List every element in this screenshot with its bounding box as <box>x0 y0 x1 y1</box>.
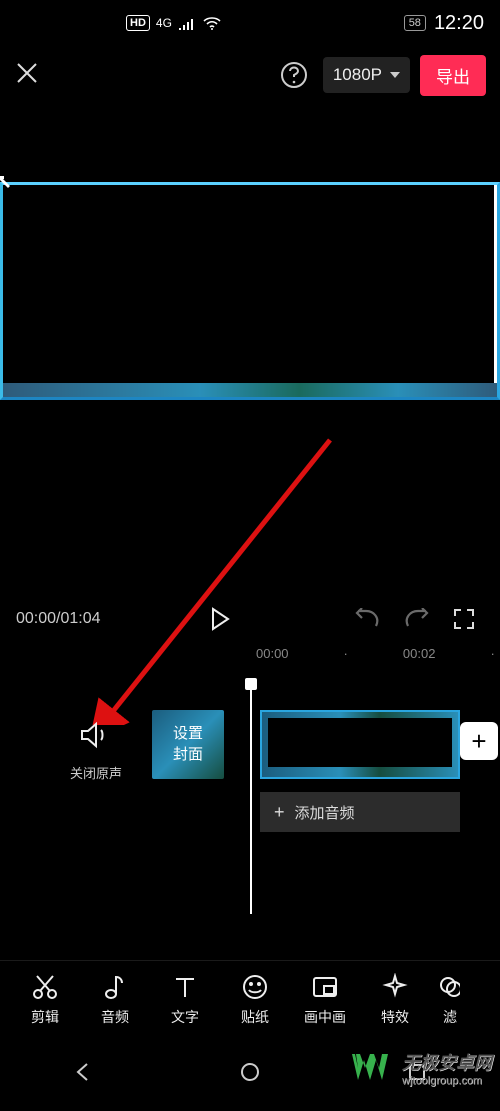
watermark: 无极安卓网 wjtoolgroup.com <box>342 1042 500 1094</box>
watermark-title: 无极安卓网 <box>402 1049 492 1075</box>
pip-icon <box>311 973 339 1001</box>
bottom-toolbar: 剪辑 音频 文字 贴纸 画中画 特效 滤 <box>0 960 500 1038</box>
status-left: HD 4G <box>126 15 222 31</box>
redo-button[interactable] <box>396 608 436 630</box>
ruler-dot: · <box>344 646 348 661</box>
tool-audio[interactable]: 音频 <box>80 973 150 1027</box>
export-label: 导出 <box>436 68 470 87</box>
plus-icon: + <box>471 726 486 757</box>
playhead[interactable] <box>250 684 252 914</box>
preview-area[interactable] <box>0 182 500 400</box>
timecode: 00:00/01:04 <box>16 610 101 628</box>
network-label: 4G <box>156 16 172 30</box>
clock-label: 12:20 <box>434 12 484 35</box>
tool-sticker[interactable]: 贴纸 <box>220 973 290 1027</box>
video-clip[interactable] <box>260 710 460 779</box>
tool-text[interactable]: 文字 <box>150 973 220 1027</box>
cover-label: 设置 封面 <box>173 724 203 765</box>
speaker-icon <box>79 720 113 750</box>
current-time: 00:00 <box>16 610 56 627</box>
video-preview <box>3 185 497 383</box>
ruler-dot: · <box>490 646 494 661</box>
tool-effects[interactable]: 特效 <box>360 973 430 1027</box>
ruler-tick: 00:02 <box>403 646 436 661</box>
tool-label: 特效 <box>381 1007 409 1027</box>
annotation-arrow <box>90 430 350 725</box>
sticker-icon <box>241 973 269 1001</box>
mute-label: 关闭原声 <box>70 763 122 782</box>
text-icon <box>171 973 199 1001</box>
tool-filter[interactable]: 滤 <box>430 973 470 1027</box>
filter-icon <box>440 973 460 1001</box>
wifi-icon <box>202 16 222 30</box>
plus-icon: + <box>274 802 285 823</box>
close-button[interactable] <box>14 60 40 91</box>
fullscreen-button[interactable] <box>444 608 484 630</box>
export-button[interactable]: 导出 <box>420 55 486 96</box>
resize-handle-icon[interactable] <box>0 176 14 196</box>
status-bar: HD 4G 58 12:20 <box>0 0 500 46</box>
tool-label: 滤 <box>443 1007 457 1027</box>
duration: 01:04 <box>61 610 101 627</box>
clip-thumbnail <box>268 718 452 767</box>
tool-label: 音频 <box>101 1007 129 1027</box>
timeline-ruler[interactable]: 00:00 · 00:02 · <box>0 641 500 665</box>
tool-label: 文字 <box>171 1007 199 1027</box>
ruler-tick: 00:00 <box>256 646 289 661</box>
signal-icon <box>178 16 196 30</box>
preview-strip <box>3 383 497 397</box>
play-button[interactable] <box>205 607 235 631</box>
add-audio-label: 添加音频 <box>295 802 355 823</box>
help-button[interactable] <box>279 60 309 90</box>
tool-pip[interactable]: 画中画 <box>290 973 360 1027</box>
mute-original-sound-button[interactable]: 关闭原声 <box>70 720 122 782</box>
hd-icon: HD <box>126 15 150 31</box>
music-note-icon <box>101 973 129 1001</box>
undo-button[interactable] <box>348 608 388 630</box>
top-bar: 1080P 导出 <box>0 46 500 104</box>
set-cover-button[interactable]: 设置 封面 <box>152 710 224 779</box>
tool-label: 剪辑 <box>31 1007 59 1027</box>
tool-label: 画中画 <box>304 1007 346 1027</box>
watermark-url: wjtoolgroup.com <box>402 1075 492 1087</box>
status-right: 58 12:20 <box>404 12 484 35</box>
resolution-button[interactable]: 1080P <box>323 57 410 93</box>
battery-icon: 58 <box>404 15 426 31</box>
scissors-icon <box>31 973 59 1001</box>
resolution-label: 1080P <box>333 65 382 85</box>
chevron-down-icon <box>390 72 400 78</box>
nav-back-button[interactable] <box>72 1061 94 1088</box>
watermark-logo-icon <box>350 1046 394 1090</box>
add-clip-button[interactable]: + <box>460 722 498 760</box>
add-audio-track-button[interactable]: + 添加音频 <box>260 792 460 832</box>
nav-home-button[interactable] <box>239 1061 261 1088</box>
playback-controls: 00:00/01:04 <box>0 595 500 643</box>
sparkle-icon <box>381 973 409 1001</box>
tool-label: 贴纸 <box>241 1007 269 1027</box>
tool-edit[interactable]: 剪辑 <box>10 973 80 1027</box>
timeline[interactable]: 关闭原声 设置 封面 + + 添加音频 <box>0 684 500 914</box>
